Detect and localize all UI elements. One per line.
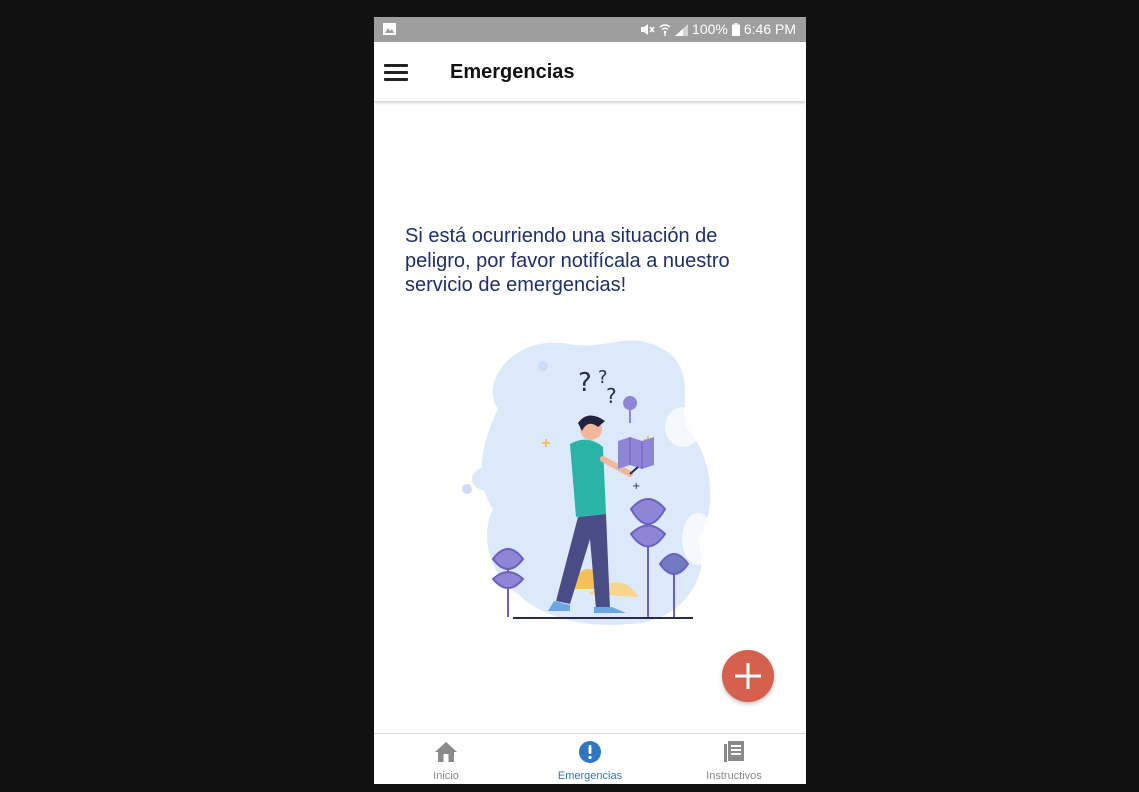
nav-item-inicio[interactable]: Inicio <box>374 734 518 784</box>
status-right: 100% 6:46 PM <box>640 17 796 42</box>
battery-percent: 100% <box>692 21 728 37</box>
signal-icon <box>675 23 689 36</box>
wifi-icon <box>659 24 671 36</box>
svg-text:?: ? <box>578 368 592 398</box>
nav-label-inicio: Inicio <box>433 770 459 782</box>
phone-screen: 100% 6:46 PM Emergencias Si está ocurrie… <box>374 17 806 784</box>
status-bar: 100% 6:46 PM <box>374 17 806 42</box>
document-icon <box>724 741 744 762</box>
emergency-message: Si está ocurriendo una situación de peli… <box>405 225 730 296</box>
svg-text:?: ? <box>606 384 617 408</box>
battery-icon <box>731 23 740 36</box>
nav-item-emergencias[interactable]: Emergencias <box>518 734 662 784</box>
app-bar: Emergencias <box>374 42 806 101</box>
home-icon <box>435 742 457 762</box>
bottom-navigation: Inicio Emergencias Instructivos <box>374 733 806 784</box>
plus-icon <box>735 663 761 689</box>
image-icon <box>383 23 396 35</box>
person-with-map-illustration: ? ? ? + <box>462 340 714 625</box>
page-title: Emergencias <box>450 61 575 83</box>
nav-label-emergencias: Emergencias <box>557 770 623 782</box>
alert-icon <box>579 741 601 763</box>
clock: 6:46 PM <box>743 21 796 37</box>
nav-item-instructivos[interactable]: Instructivos <box>662 734 806 784</box>
svg-text:+: + <box>632 481 640 492</box>
add-emergency-button[interactable] <box>722 650 774 702</box>
hamburger-menu-icon[interactable] <box>384 64 408 82</box>
nav-label-instructivos: Instructivos <box>706 770 762 782</box>
mute-icon <box>641 24 655 35</box>
